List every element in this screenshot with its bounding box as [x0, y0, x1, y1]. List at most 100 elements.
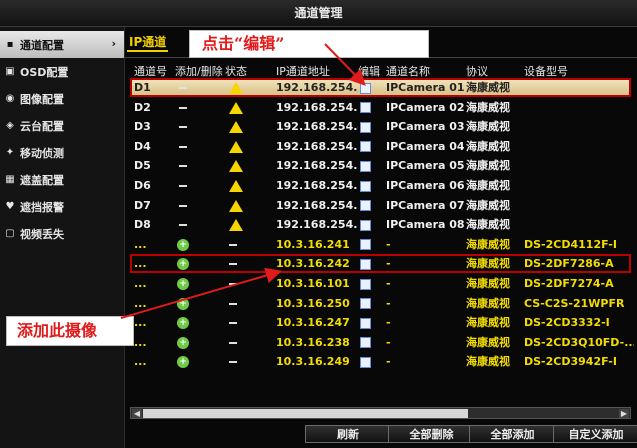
minus-icon — [229, 322, 237, 325]
delete-button[interactable] — [175, 215, 225, 234]
protocol-cell: 海康威视 — [466, 179, 510, 192]
motion-icon: ✦ — [5, 147, 15, 158]
edit-button[interactable] — [358, 117, 384, 136]
protocol-cell: 海康威视 — [466, 218, 510, 232]
status-cell — [225, 176, 275, 195]
refresh-button[interactable]: 刷新 — [305, 425, 391, 443]
add-button[interactable]: + — [175, 333, 225, 352]
table-row[interactable]: D8 192.168.254.9 IPCamera 08 海康威视 — [130, 215, 631, 234]
warning-icon — [229, 140, 243, 153]
edit-button[interactable] — [358, 235, 384, 254]
add-button[interactable]: + — [175, 313, 225, 332]
add-all-button[interactable]: 全部添加 — [469, 425, 556, 443]
ip-cell: 10.3.16.241 — [276, 237, 350, 251]
add-button[interactable]: + — [175, 352, 225, 371]
channel-cell: D2 — [134, 100, 151, 114]
table-row[interactable]: D4 192.168.254.5 IPCamera 04 海康威视 — [130, 137, 631, 156]
table-row[interactable]: ... +10.3.16.101 - 海康威视 DS-2DF7274-A — [130, 274, 631, 293]
channel-cell: ... — [134, 355, 147, 369]
minus-icon — [179, 145, 187, 148]
channel-name-cell: IPCamera 04 — [386, 139, 464, 153]
sidebar-item-4[interactable]: ◈ 云台配置 — [0, 112, 124, 139]
delete-button[interactable] — [175, 117, 225, 136]
delete-button[interactable] — [175, 176, 225, 195]
add-button[interactable]: + — [175, 254, 225, 273]
ip-cell: 192.168.254.7 — [276, 179, 358, 192]
scroll-thumb[interactable] — [143, 409, 468, 418]
scroll-left-icon[interactable]: ◀ — [132, 409, 142, 418]
table-row[interactable]: ... +10.3.16.238 - 海康威视 DS-2CD3Q10FD-... — [130, 333, 634, 352]
ip-cell: 10.3.16.250 — [276, 296, 350, 310]
table-row[interactable]: D7 192.168.254.8 IPCamera 07 海康威视 — [130, 196, 631, 215]
channel-name-cell: IPCamera 06 — [386, 179, 464, 192]
tab-ip-channel[interactable]: IP通道 — [127, 33, 169, 52]
table-row[interactable]: ... +10.3.16.249 - 海康威视 DS-2CD3942F-I — [130, 352, 631, 371]
sidebar-item-label: OSD配置 — [20, 65, 69, 79]
table-row[interactable]: D5 192.168.254.6 IPCamera 05 海康威视 — [130, 156, 631, 175]
delete-button[interactable] — [175, 137, 225, 156]
sidebar-item-5[interactable]: ✦ 移动侦测 — [0, 139, 124, 166]
status-cell — [225, 352, 275, 371]
edit-callout: 点击“编辑” — [189, 30, 429, 58]
table-row[interactable]: D1 192.168.254.2 IPCamera 01 海康威视 — [130, 78, 631, 97]
model-cell — [524, 98, 634, 117]
plus-icon: + — [177, 297, 189, 310]
edit-button[interactable] — [358, 98, 384, 117]
table-row[interactable]: D2 192.168.254.3 IPCamera 02 海康威视 — [130, 98, 631, 117]
edit-button[interactable] — [358, 254, 384, 273]
table-row[interactable]: D6 192.168.254.7 IPCamera 06 海康威视 — [130, 176, 631, 195]
delete-button[interactable] — [175, 156, 225, 175]
edit-button[interactable] — [358, 196, 384, 215]
table-row[interactable]: ... +10.3.16.242 - 海康威视 DS-2DF7286-A — [130, 254, 631, 273]
channel-name-cell: IPCamera 02 — [386, 100, 464, 114]
warning-icon — [229, 219, 243, 232]
delete-button[interactable] — [175, 78, 225, 97]
edit-button[interactable] — [358, 333, 384, 352]
edit-button[interactable] — [358, 215, 384, 234]
add-button[interactable]: + — [175, 294, 225, 313]
delete-button[interactable] — [175, 196, 225, 215]
table-row[interactable]: ... +10.3.16.247 - 海康威视 DS-2CD3332-I — [130, 313, 631, 332]
edit-button[interactable] — [358, 137, 384, 156]
model-cell — [524, 156, 634, 175]
edit-icon — [360, 278, 371, 290]
sidebar-item-7[interactable]: ♥ 遮挡报警 — [0, 193, 124, 220]
channel-cell: D5 — [134, 159, 151, 173]
sidebar-item-1[interactable]: ▪ 通道配置 › — [0, 31, 124, 58]
sidebar-item-3[interactable]: ◉ 图像配置 — [0, 85, 124, 112]
delete-all-button[interactable]: 全部删除 — [388, 425, 475, 443]
table-row[interactable]: ... +10.3.16.250 - 海康威视 CS-C2S-21WPFR — [130, 294, 631, 313]
custom-add-button[interactable]: 自定义添加 — [553, 425, 637, 443]
edit-button[interactable] — [358, 78, 384, 97]
sidebar-item-8[interactable]: ▢ 视频丢失 — [0, 220, 124, 247]
edit-button[interactable] — [358, 176, 384, 195]
protocol-cell: 海康威视 — [466, 120, 510, 134]
horizontal-scrollbar[interactable]: ◀ ▶ — [130, 407, 631, 419]
status-cell — [225, 78, 275, 97]
sidebar-item-2[interactable]: ▣ OSD配置 — [0, 58, 124, 85]
plus-icon: + — [177, 238, 189, 251]
sidebar-item-label: 遮盖配置 — [20, 173, 64, 187]
sidebar-item-6[interactable]: ▦ 遮盖配置 — [0, 166, 124, 193]
channel-cell: ... — [134, 296, 147, 310]
edit-icon — [360, 200, 371, 212]
plus-icon: + — [177, 356, 189, 369]
add-button[interactable]: + — [175, 235, 225, 254]
edit-icon — [360, 356, 371, 368]
edit-button[interactable] — [358, 352, 384, 371]
video-loss-icon: ▢ — [5, 228, 15, 239]
channel-name-cell: - — [386, 355, 391, 369]
edit-button[interactable] — [358, 156, 384, 175]
edit-button[interactable] — [358, 294, 384, 313]
status-cell — [225, 98, 275, 117]
sidebar-item-label: 遮挡报警 — [20, 200, 64, 214]
table-row[interactable]: D3 192.168.254.4 IPCamera 03 海康威视 — [130, 117, 631, 136]
edit-button[interactable] — [358, 313, 384, 332]
delete-button[interactable] — [175, 98, 225, 117]
model-cell: DS-2CD4112F-I — [524, 237, 617, 251]
edit-button[interactable] — [358, 274, 384, 293]
table-row[interactable]: ... +10.3.16.241 - 海康威视 DS-2CD4112F-I — [130, 235, 631, 254]
add-button[interactable]: + — [175, 274, 225, 293]
protocol-cell: 海康威视 — [466, 237, 510, 251]
scroll-right-icon[interactable]: ▶ — [619, 409, 629, 418]
